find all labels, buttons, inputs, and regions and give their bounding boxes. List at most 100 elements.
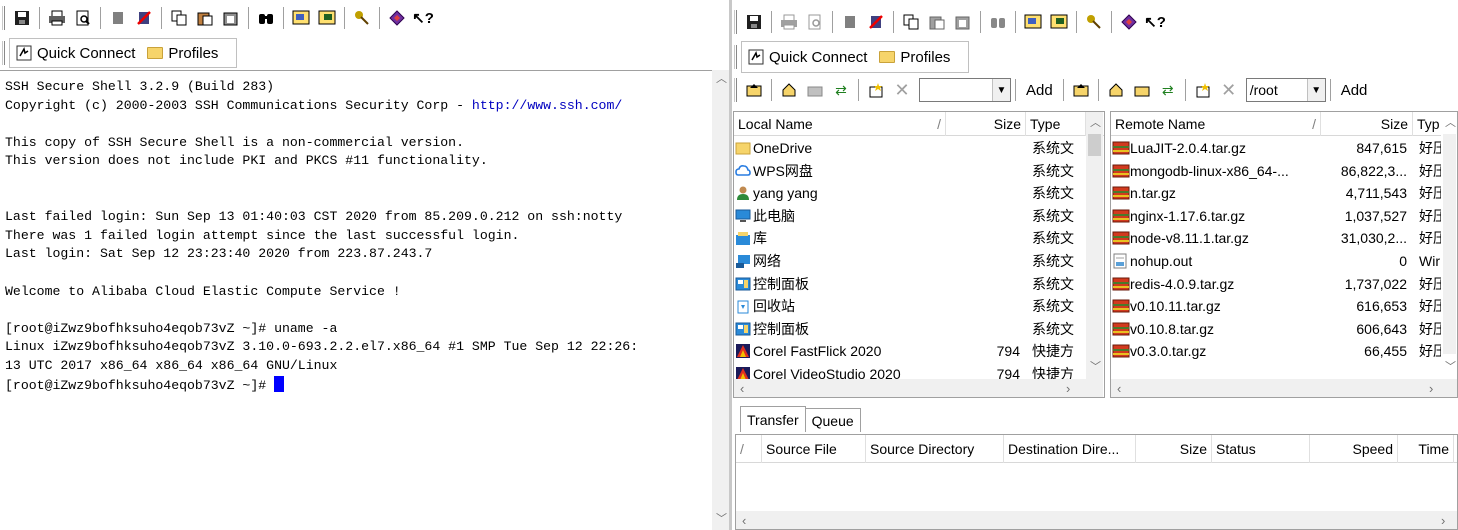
key-icon[interactable] (1083, 11, 1105, 33)
remote-file-row[interactable]: node-v8.11.1.tar.gz 31,030,2... 好压 (1111, 227, 1443, 249)
remote-file-row[interactable]: mongodb-linux-x86_64-... 86,822,3... 好压 (1111, 160, 1443, 182)
parent-folder-icon[interactable] (1070, 79, 1092, 101)
local-file-row[interactable]: 回收站 系统文 (734, 295, 1076, 317)
local-file-row[interactable]: 此电脑 系统文 (734, 205, 1076, 227)
print-preview-icon[interactable] (72, 7, 94, 29)
local-file-row[interactable]: yang yang 系统文 (734, 182, 1076, 204)
add-local-button[interactable]: Add (1020, 82, 1059, 99)
local-file-row[interactable]: 控制面板 系统文 (734, 318, 1076, 340)
speed-header[interactable]: Speed (1310, 434, 1398, 463)
profiles-button[interactable]: Profiles (147, 45, 218, 62)
local-file-row[interactable]: Corel FastFlick 2020 794 快捷方 (734, 340, 1076, 362)
scroll-up-icon[interactable]: ︿ (1445, 118, 1456, 129)
context-help-icon[interactable]: ↖? (1144, 11, 1166, 33)
delete-icon[interactable]: ✕ (1218, 79, 1240, 101)
remote-hscroll[interactable]: ‹ › (1111, 379, 1457, 397)
tab-transfer[interactable]: Transfer (740, 406, 806, 432)
tab-queue[interactable]: Queue (805, 408, 861, 432)
local-path-combo[interactable]: ▼ (919, 78, 1011, 102)
remote-file-row[interactable]: nginx-1.17.6.tar.gz 1,037,527 好压 (1111, 205, 1443, 227)
scroll-down-icon[interactable]: ﹀ (1445, 362, 1456, 373)
remote-vscroll[interactable]: ︿ ﹀ (1441, 112, 1457, 379)
remote-size-header[interactable]: Size (1321, 112, 1413, 136)
profiles-button[interactable]: Profiles (879, 49, 950, 66)
remote-file-row[interactable]: v0.10.11.tar.gz 616,653 好压 (1111, 295, 1443, 317)
remote-file-row[interactable]: nohup.out 0 Wir (1111, 250, 1443, 272)
scroll-left-icon[interactable]: ‹ (742, 514, 746, 527)
save-icon[interactable] (743, 11, 765, 33)
scroll-left-icon[interactable]: ‹ (1117, 382, 1121, 395)
transfer-hscroll[interactable]: ‹ › (736, 511, 1457, 529)
scroll-thumb[interactable] (1088, 134, 1101, 156)
paste-alt-icon[interactable] (952, 11, 974, 33)
new-folder-icon[interactable] (1131, 79, 1153, 101)
remote-file-row[interactable]: n.tar.gz 4,711,543 好压 (1111, 182, 1443, 204)
scroll-right-icon[interactable]: › (1429, 382, 1433, 395)
source-directory-header[interactable]: Source Directory (866, 434, 1004, 463)
chevron-down-icon[interactable]: ▼ (1306, 79, 1325, 101)
paste-icon[interactable] (926, 11, 948, 33)
local-file-row[interactable]: WPS网盘 系统文 (734, 160, 1076, 182)
local-file-row[interactable]: 网络 系统文 (734, 250, 1076, 272)
help-book-icon[interactable] (1118, 11, 1140, 33)
remote-file-row[interactable]: LuaJIT-2.0.4.tar.gz 847,615 好压 (1111, 137, 1443, 159)
scroll-right-icon[interactable]: › (1066, 382, 1070, 395)
home-icon[interactable] (778, 79, 800, 101)
remote-name-header[interactable]: Remote Name / (1111, 112, 1321, 136)
context-help-icon[interactable]: ↖? (412, 7, 434, 29)
remote-file-row[interactable]: redis-4.0.9.tar.gz 1,737,022 好压 (1111, 273, 1443, 295)
connect-icon[interactable] (107, 7, 129, 29)
profile-settings-icon[interactable] (1048, 11, 1070, 33)
new-item-icon[interactable] (1192, 79, 1214, 101)
settings-icon[interactable] (1022, 11, 1044, 33)
terminal-output[interactable]: SSH Secure Shell 3.2.9 (Build 283) Copyr… (0, 74, 712, 530)
scroll-down-icon[interactable]: ﹀ (716, 514, 727, 525)
scroll-up-icon[interactable]: ︿ (1090, 118, 1101, 129)
print-icon[interactable] (46, 7, 68, 29)
time-header[interactable]: Time (1398, 434, 1454, 463)
scroll-up-icon[interactable]: ︿ (716, 74, 727, 85)
local-file-row[interactable]: 库 系统文 (734, 227, 1076, 249)
save-icon[interactable] (11, 7, 33, 29)
scroll-track[interactable] (1443, 134, 1456, 354)
refresh-icon[interactable]: ⇄ (830, 79, 852, 101)
scroll-right-icon[interactable]: › (1441, 514, 1445, 527)
refresh-icon[interactable]: ⇄ (1157, 79, 1179, 101)
home-icon[interactable] (1105, 79, 1127, 101)
destination-directory-header[interactable]: Destination Dire... (1004, 434, 1136, 463)
add-remote-button[interactable]: Add (1335, 82, 1374, 99)
parent-folder-icon[interactable] (743, 79, 765, 101)
local-type-header[interactable]: Type (1026, 112, 1086, 136)
connect-icon[interactable] (839, 11, 861, 33)
local-file-row[interactable]: OneDrive 系统文 (734, 137, 1076, 159)
local-size-header[interactable]: Size (946, 112, 1026, 136)
local-file-row[interactable]: 控制面板 系统文 (734, 273, 1076, 295)
source-file-header[interactable]: Source File (762, 434, 866, 463)
paste-alt-icon[interactable] (220, 7, 242, 29)
new-item-icon[interactable] (865, 79, 887, 101)
paste-icon[interactable] (194, 7, 216, 29)
quick-connect-button[interactable]: Quick Connect (16, 45, 135, 62)
find-icon[interactable] (255, 7, 277, 29)
settings-icon[interactable] (290, 7, 312, 29)
status-header[interactable]: Status (1212, 434, 1310, 463)
local-hscroll[interactable]: ‹ › (734, 379, 1086, 397)
quick-connect-button[interactable]: Quick Connect (748, 49, 867, 66)
copy-icon[interactable] (168, 7, 190, 29)
profile-settings-icon[interactable] (316, 7, 338, 29)
terminal-scrollbar[interactable]: ︿ ﹀ (712, 70, 729, 530)
remote-file-row[interactable]: v0.3.0.tar.gz 66,455 好压 (1111, 340, 1443, 362)
local-vscroll[interactable]: ︿ ﹀ (1086, 112, 1103, 397)
help-book-icon[interactable] (386, 7, 408, 29)
local-name-header[interactable]: Local Name / (734, 112, 946, 136)
key-icon[interactable] (351, 7, 373, 29)
find-icon[interactable] (987, 11, 1009, 33)
remote-file-row[interactable]: v0.10.8.tar.gz 606,643 好压 (1111, 318, 1443, 340)
scroll-down-icon[interactable]: ﹀ (1090, 362, 1101, 373)
delete-icon[interactable]: ✕ (891, 79, 913, 101)
transfer-sort-header[interactable]: / (736, 434, 762, 463)
disconnect-icon[interactable] (133, 7, 155, 29)
scroll-left-icon[interactable]: ‹ (740, 382, 744, 395)
copyright-link[interactable]: http://www.ssh.com/ (472, 98, 622, 113)
disconnect-icon[interactable] (865, 11, 887, 33)
